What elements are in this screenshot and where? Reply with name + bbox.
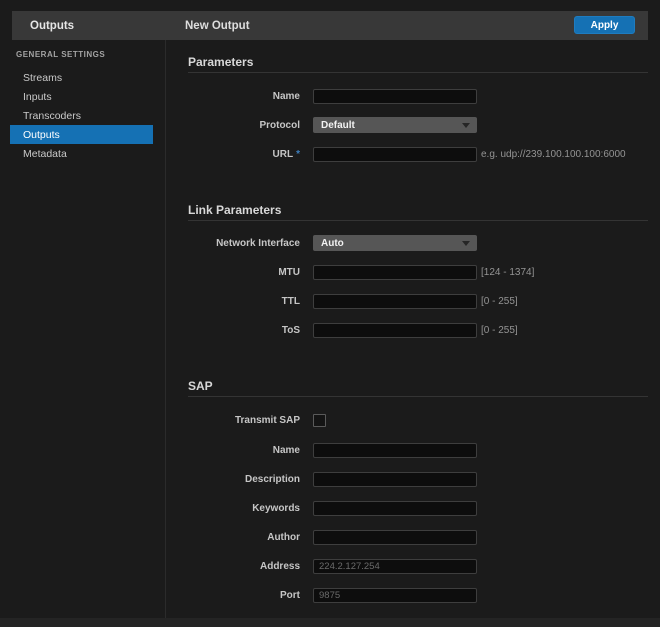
- form-row-network-interface: Network Interface Auto: [166, 235, 648, 251]
- chevron-down-icon: [462, 123, 470, 128]
- form-row-ttl: TTL [0 - 255]: [166, 293, 648, 309]
- section-title-link-parameters: Link Parameters: [188, 203, 281, 217]
- network-interface-label: Network Interface: [166, 238, 300, 249]
- form-row-sap-author: Author: [166, 529, 648, 545]
- sap-port-input[interactable]: [313, 588, 477, 603]
- sidebar-item-metadata[interactable]: Metadata: [0, 144, 153, 163]
- form-row-mtu: MTU [124 - 1374]: [166, 264, 648, 280]
- form-row-protocol: Protocol Default: [166, 117, 648, 133]
- protocol-select[interactable]: Default: [313, 117, 477, 133]
- url-hint: e.g. udp://239.100.100.100:6000: [481, 149, 626, 160]
- sap-description-label: Description: [166, 474, 300, 485]
- network-interface-select[interactable]: Auto: [313, 235, 477, 251]
- sap-author-label: Author: [166, 532, 300, 543]
- section-rule: [188, 396, 648, 397]
- form-row-sap-address: Address: [166, 558, 648, 574]
- sap-author-input[interactable]: [313, 530, 477, 545]
- protocol-select-value: Default: [321, 120, 355, 131]
- sidebar-item-inputs[interactable]: Inputs: [0, 87, 153, 106]
- form-row-sap-description: Description: [166, 471, 648, 487]
- mtu-label: MTU: [166, 267, 300, 278]
- form-row-sap-port: Port: [166, 587, 648, 603]
- sidebar-item-outputs[interactable]: Outputs: [10, 125, 153, 144]
- mtu-input[interactable]: [313, 265, 477, 280]
- sap-address-input[interactable]: [313, 559, 477, 574]
- ttl-input[interactable]: [313, 294, 477, 309]
- main-content: Parameters Name Protocol Default URL* e.…: [166, 40, 648, 618]
- tos-input[interactable]: [313, 323, 477, 338]
- top-header-bar: Outputs New Output Apply: [12, 11, 648, 40]
- transmit-sap-checkbox[interactable]: [313, 414, 326, 427]
- sidebar-item-transcoders[interactable]: Transcoders: [0, 106, 153, 125]
- network-interface-select-value: Auto: [321, 238, 344, 249]
- section-rule: [188, 72, 648, 73]
- form-row-name: Name: [166, 88, 648, 104]
- section-title-sap: SAP: [188, 379, 213, 393]
- form-row-sap-keywords: Keywords: [166, 500, 648, 516]
- required-asterisk: *: [296, 149, 300, 160]
- name-label: Name: [166, 91, 300, 102]
- apply-button[interactable]: Apply: [574, 16, 635, 34]
- sidebar-items: Streams Inputs Transcoders Outputs Metad…: [0, 68, 153, 163]
- section-rule: [188, 220, 648, 221]
- sap-address-label: Address: [166, 561, 300, 572]
- ttl-range-hint: [0 - 255]: [481, 296, 518, 307]
- ttl-label: TTL: [166, 296, 300, 307]
- chevron-down-icon: [462, 241, 470, 246]
- page-title: New Output: [185, 20, 250, 32]
- url-label: URL*: [166, 149, 300, 160]
- transmit-sap-label: Transmit SAP: [166, 415, 300, 426]
- sap-port-label: Port: [166, 590, 300, 601]
- name-input[interactable]: [313, 89, 477, 104]
- protocol-label: Protocol: [166, 120, 300, 131]
- sap-keywords-input[interactable]: [313, 501, 477, 516]
- bottom-strip: [0, 618, 660, 627]
- sidebar-section-label: GENERAL SETTINGS: [16, 50, 105, 59]
- sap-name-input[interactable]: [313, 443, 477, 458]
- tos-label: ToS: [166, 325, 300, 336]
- form-row-tos: ToS [0 - 255]: [166, 322, 648, 338]
- sidebar: GENERAL SETTINGS Streams Inputs Transcod…: [0, 40, 165, 618]
- form-row-sap-name: Name: [166, 442, 648, 458]
- sap-name-label: Name: [166, 445, 300, 456]
- url-input[interactable]: [313, 147, 477, 162]
- sap-keywords-label: Keywords: [166, 503, 300, 514]
- form-row-transmit-sap: Transmit SAP: [166, 412, 648, 428]
- tos-range-hint: [0 - 255]: [481, 325, 518, 336]
- section-title-parameters: Parameters: [188, 55, 253, 69]
- nav-section-title: Outputs: [30, 20, 74, 32]
- sap-description-input[interactable]: [313, 472, 477, 487]
- sidebar-item-streams[interactable]: Streams: [0, 68, 153, 87]
- mtu-range-hint: [124 - 1374]: [481, 267, 534, 278]
- form-row-url: URL* e.g. udp://239.100.100.100:6000: [166, 146, 648, 162]
